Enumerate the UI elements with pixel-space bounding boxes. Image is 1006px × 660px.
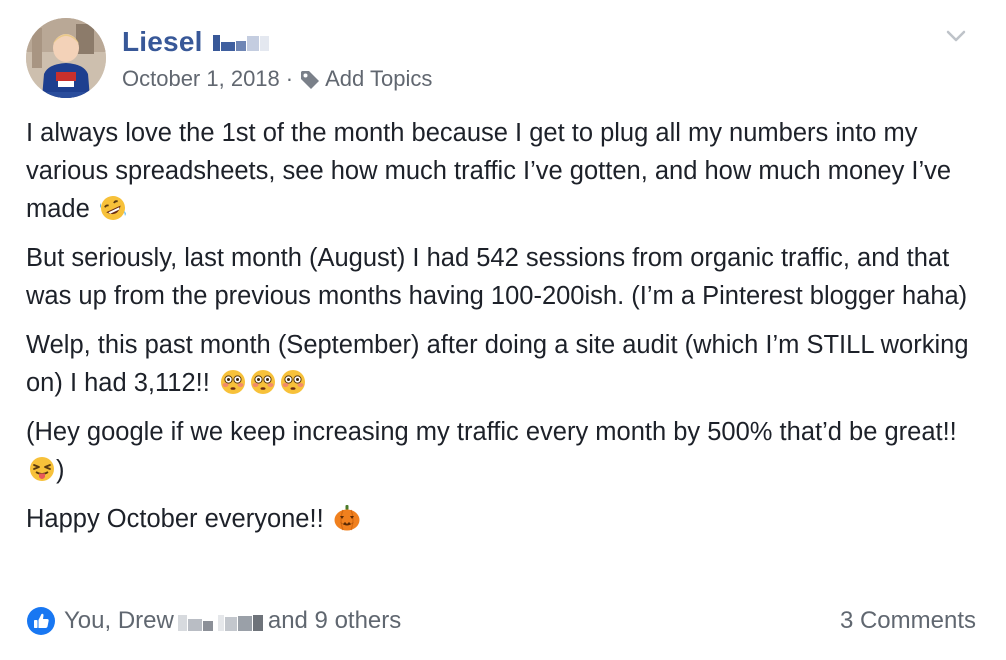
tag-icon[interactable] [299, 69, 321, 91]
post-paragraph: Welp, this past month (September) after … [26, 326, 976, 402]
like-thumb-icon [26, 606, 56, 636]
paragraph-text: Welp, this past month (September) after … [26, 331, 969, 397]
flushed-emoji [219, 368, 247, 396]
comments-count-link[interactable]: 3 Comments [840, 607, 976, 635]
flushed-emoji [249, 368, 277, 396]
jack-o-lantern-emoji [333, 504, 361, 532]
author-name[interactable]: Liesel [122, 26, 203, 58]
redacted-surname [212, 32, 271, 54]
rofl-emoji [99, 194, 127, 222]
reactions-prefix: You, Drew [64, 607, 174, 634]
paragraph-text: (Hey google if we keep increasing my tra… [26, 418, 957, 446]
paragraph-text: I always love the 1st of the month becau… [26, 119, 952, 223]
post-paragraph: Happy October everyone!! [26, 500, 976, 538]
paragraph-text: Happy October everyone!! [26, 505, 324, 533]
tongue-wink-emoji [28, 455, 56, 483]
post-paragraph: I always love the 1st of the month becau… [26, 114, 976, 228]
paragraph-text: But seriously, last month (August) I had… [26, 244, 968, 310]
reactions-suffix: and 9 others [267, 607, 402, 634]
author-avatar[interactable] [26, 18, 106, 98]
flushed-emoji [279, 368, 307, 396]
chevron-down-icon[interactable] [944, 26, 968, 46]
post-date[interactable]: October 1, 2018 [122, 66, 280, 92]
add-topics-link[interactable]: Add Topics [325, 66, 432, 92]
post-footer: You, Drew and 9 others 3 Comments [26, 602, 976, 640]
post-meta: October 1, 2018 · Add Topics [122, 64, 432, 94]
post-paragraph: (Hey google if we keep increasing my tra… [26, 413, 976, 489]
post-paragraph: But seriously, last month (August) I had… [26, 239, 976, 315]
redacted-name [177, 612, 264, 632]
reactions-summary[interactable]: You, Drew and 9 others [26, 606, 401, 636]
meta-separator: · [285, 66, 294, 91]
post-body: I always love the 1st of the month becau… [26, 114, 976, 549]
post-header: Liesel October 1, 2018 · Add Topics [26, 18, 986, 98]
feed-post: Liesel October 1, 2018 · Add Topics I al… [0, 0, 1006, 660]
author-line: Liesel [122, 24, 271, 60]
paragraph-closing-text: ) [56, 456, 65, 484]
